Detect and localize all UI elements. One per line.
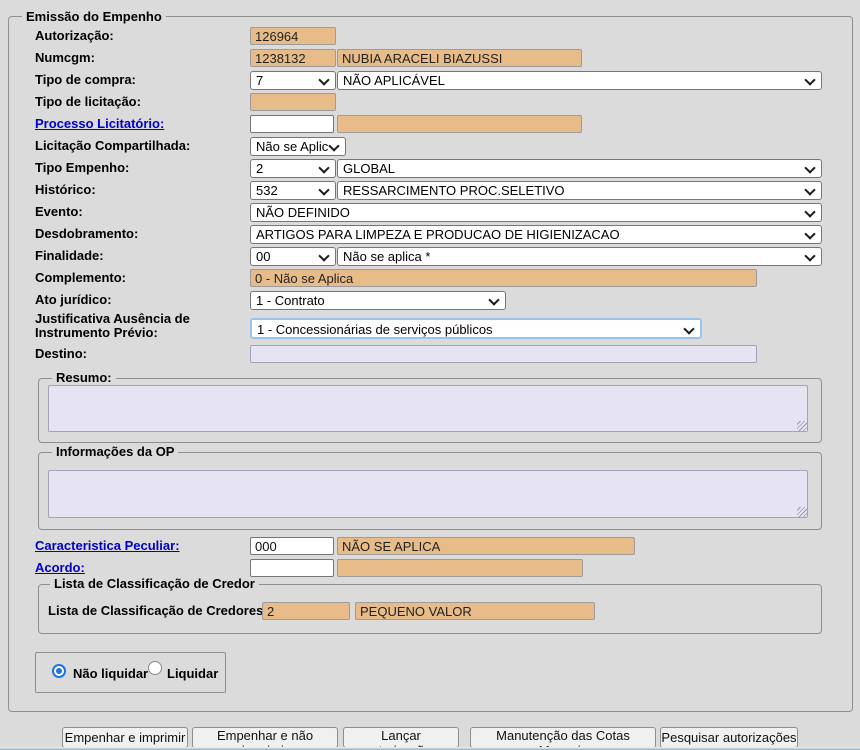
tipo-compra-desc-select[interactable]: NÃO APLICÁVEL bbox=[337, 71, 822, 90]
finalidade-desc-select[interactable]: Não se aplica * bbox=[337, 247, 822, 266]
licitacao-compartilhada-value: Não se Aplica bbox=[256, 139, 328, 155]
ato-juridico-value: 1 - Contrato bbox=[256, 293, 325, 309]
processo-licitatorio-input[interactable] bbox=[250, 115, 334, 133]
finalidade-code-select[interactable]: 00 bbox=[250, 247, 336, 266]
historico-desc-value: RESSARCIMENTO PROC.SELETIVO bbox=[343, 183, 565, 199]
tipo-empenho-code-select[interactable]: 2 bbox=[250, 159, 336, 178]
tipo-empenho-desc-value: GLOBAL bbox=[343, 161, 395, 177]
finalidade-label: Finalidade: bbox=[35, 247, 104, 265]
desdobramento-select[interactable]: ARTIGOS PARA LIMPEZA E PRODUCAO DE HIGIE… bbox=[250, 225, 822, 244]
resize-handle-icon[interactable] bbox=[797, 421, 807, 431]
tipo-compra-desc-value: NÃO APLICÁVEL bbox=[343, 73, 445, 89]
evento-value: NÃO DEFINIDO bbox=[256, 205, 350, 221]
chevron-down-icon bbox=[804, 74, 815, 85]
chevron-down-icon bbox=[804, 206, 815, 217]
lista-credor-legend: Lista de Classificação de Credor bbox=[50, 577, 259, 591]
nao-liquidar-radio[interactable] bbox=[52, 664, 66, 678]
empenhar-e-imprimir-button[interactable]: Empenhar e imprimir bbox=[62, 727, 188, 748]
chevron-down-icon bbox=[328, 140, 339, 151]
historico-code-value: 532 bbox=[256, 183, 278, 199]
finalidade-code-value: 00 bbox=[256, 249, 270, 265]
justificativa-value: 1 - Concessionárias de serviços públicos bbox=[257, 322, 493, 338]
manutencao-cotas-mensais-button[interactable]: Manutenção das Cotas Mensais bbox=[470, 727, 656, 748]
caracteristica-peculiar-input[interactable] bbox=[250, 537, 334, 555]
liquidar-radio[interactable] bbox=[148, 661, 162, 675]
resize-handle-icon[interactable] bbox=[797, 507, 807, 517]
historico-code-select[interactable]: 532 bbox=[250, 181, 336, 200]
processo-licitatorio-desc-field bbox=[337, 115, 582, 133]
empenho-form-page: Emissão do Empenho Autorização: Numcgm: … bbox=[0, 0, 860, 750]
evento-label: Evento: bbox=[35, 203, 83, 221]
acordo-desc-field bbox=[337, 559, 583, 577]
informacoes-op-textarea[interactable] bbox=[48, 470, 808, 518]
ato-juridico-label: Ato jurídico: bbox=[35, 291, 112, 309]
empenhar-e-nao-imprimir-button[interactable]: Empenhar e não imprimir bbox=[192, 727, 338, 748]
liquidar-label[interactable]: Liquidar bbox=[167, 666, 218, 682]
tipo-licitacao-label: Tipo de licitação: bbox=[35, 93, 141, 111]
caracteristica-peculiar-link[interactable]: Caracteristica Peculiar: bbox=[35, 537, 180, 555]
lancar-autorizacoes-button[interactable]: Lançar autorizações bbox=[343, 727, 459, 748]
destino-label: Destino: bbox=[35, 345, 87, 363]
tipo-empenho-label: Tipo Empenho: bbox=[35, 159, 129, 177]
pesquisar-autorizacoes-button[interactable]: Pesquisar autorizações bbox=[660, 727, 798, 748]
destino-field bbox=[250, 345, 757, 363]
chevron-down-icon bbox=[318, 184, 329, 195]
caracteristica-peculiar-desc-field bbox=[337, 537, 635, 555]
justificativa-select[interactable]: 1 - Concessionárias de serviços públicos bbox=[250, 318, 702, 339]
finalidade-desc-value: Não se aplica * bbox=[343, 249, 430, 265]
chevron-down-icon bbox=[318, 250, 329, 261]
chevron-down-icon bbox=[683, 323, 694, 334]
tipo-empenho-desc-select[interactable]: GLOBAL bbox=[337, 159, 822, 178]
complemento-label: Complemento: bbox=[35, 269, 126, 287]
nao-liquidar-label[interactable]: Não liquidar bbox=[73, 666, 148, 682]
desdobramento-label: Desdobramento: bbox=[35, 225, 138, 243]
tipo-empenho-code-value: 2 bbox=[256, 161, 263, 177]
acordo-input[interactable] bbox=[250, 559, 334, 577]
desdobramento-value: ARTIGOS PARA LIMPEZA E PRODUCAO DE HIGIE… bbox=[256, 227, 620, 243]
lista-credores-code-field bbox=[262, 602, 350, 620]
justificativa-label-line2: Instrumento Prévio: bbox=[35, 326, 158, 340]
processo-licitatorio-link[interactable]: Processo Licitatório: bbox=[35, 115, 164, 133]
numcgm-label: Numcgm: bbox=[35, 49, 95, 67]
tipo-compra-label: Tipo de compra: bbox=[35, 71, 136, 89]
chevron-down-icon bbox=[804, 228, 815, 239]
form-title: Emissão do Empenho bbox=[22, 10, 166, 24]
chevron-down-icon bbox=[804, 250, 815, 261]
tipo-licitacao-field bbox=[250, 93, 336, 111]
resumo-legend: Resumo: bbox=[52, 371, 116, 385]
autorizacao-field bbox=[250, 27, 336, 45]
numcgm-field bbox=[250, 49, 336, 67]
historico-desc-select[interactable]: RESSARCIMENTO PROC.SELETIVO bbox=[337, 181, 822, 200]
autorizacao-label: Autorização: bbox=[35, 27, 114, 45]
chevron-down-icon bbox=[804, 162, 815, 173]
chevron-down-icon bbox=[318, 162, 329, 173]
historico-label: Histórico: bbox=[35, 181, 96, 199]
licitacao-compartilhada-select[interactable]: Não se Aplica bbox=[250, 137, 346, 156]
licitacao-compartilhada-label: Licitação Compartilhada: bbox=[35, 137, 190, 155]
ato-juridico-select[interactable]: 1 - Contrato bbox=[250, 291, 506, 310]
lista-credores-desc-field bbox=[355, 602, 595, 620]
informacoes-op-legend: Informações da OP bbox=[52, 445, 178, 459]
tipo-compra-code-select[interactable]: 7 bbox=[250, 71, 336, 90]
tipo-compra-code-value: 7 bbox=[256, 73, 263, 89]
evento-select[interactable]: NÃO DEFINIDO bbox=[250, 203, 822, 222]
chevron-down-icon bbox=[804, 184, 815, 195]
justificativa-label-line1: Justificativa Ausência de bbox=[35, 312, 190, 326]
acordo-link[interactable]: Acordo: bbox=[35, 559, 85, 577]
resumo-textarea[interactable] bbox=[48, 385, 808, 432]
complemento-field bbox=[250, 269, 757, 287]
chevron-down-icon bbox=[318, 74, 329, 85]
lista-credores-label: Lista de Classificação de Credores: bbox=[48, 602, 268, 620]
chevron-down-icon bbox=[488, 294, 499, 305]
numcgm-name-field bbox=[337, 49, 582, 67]
